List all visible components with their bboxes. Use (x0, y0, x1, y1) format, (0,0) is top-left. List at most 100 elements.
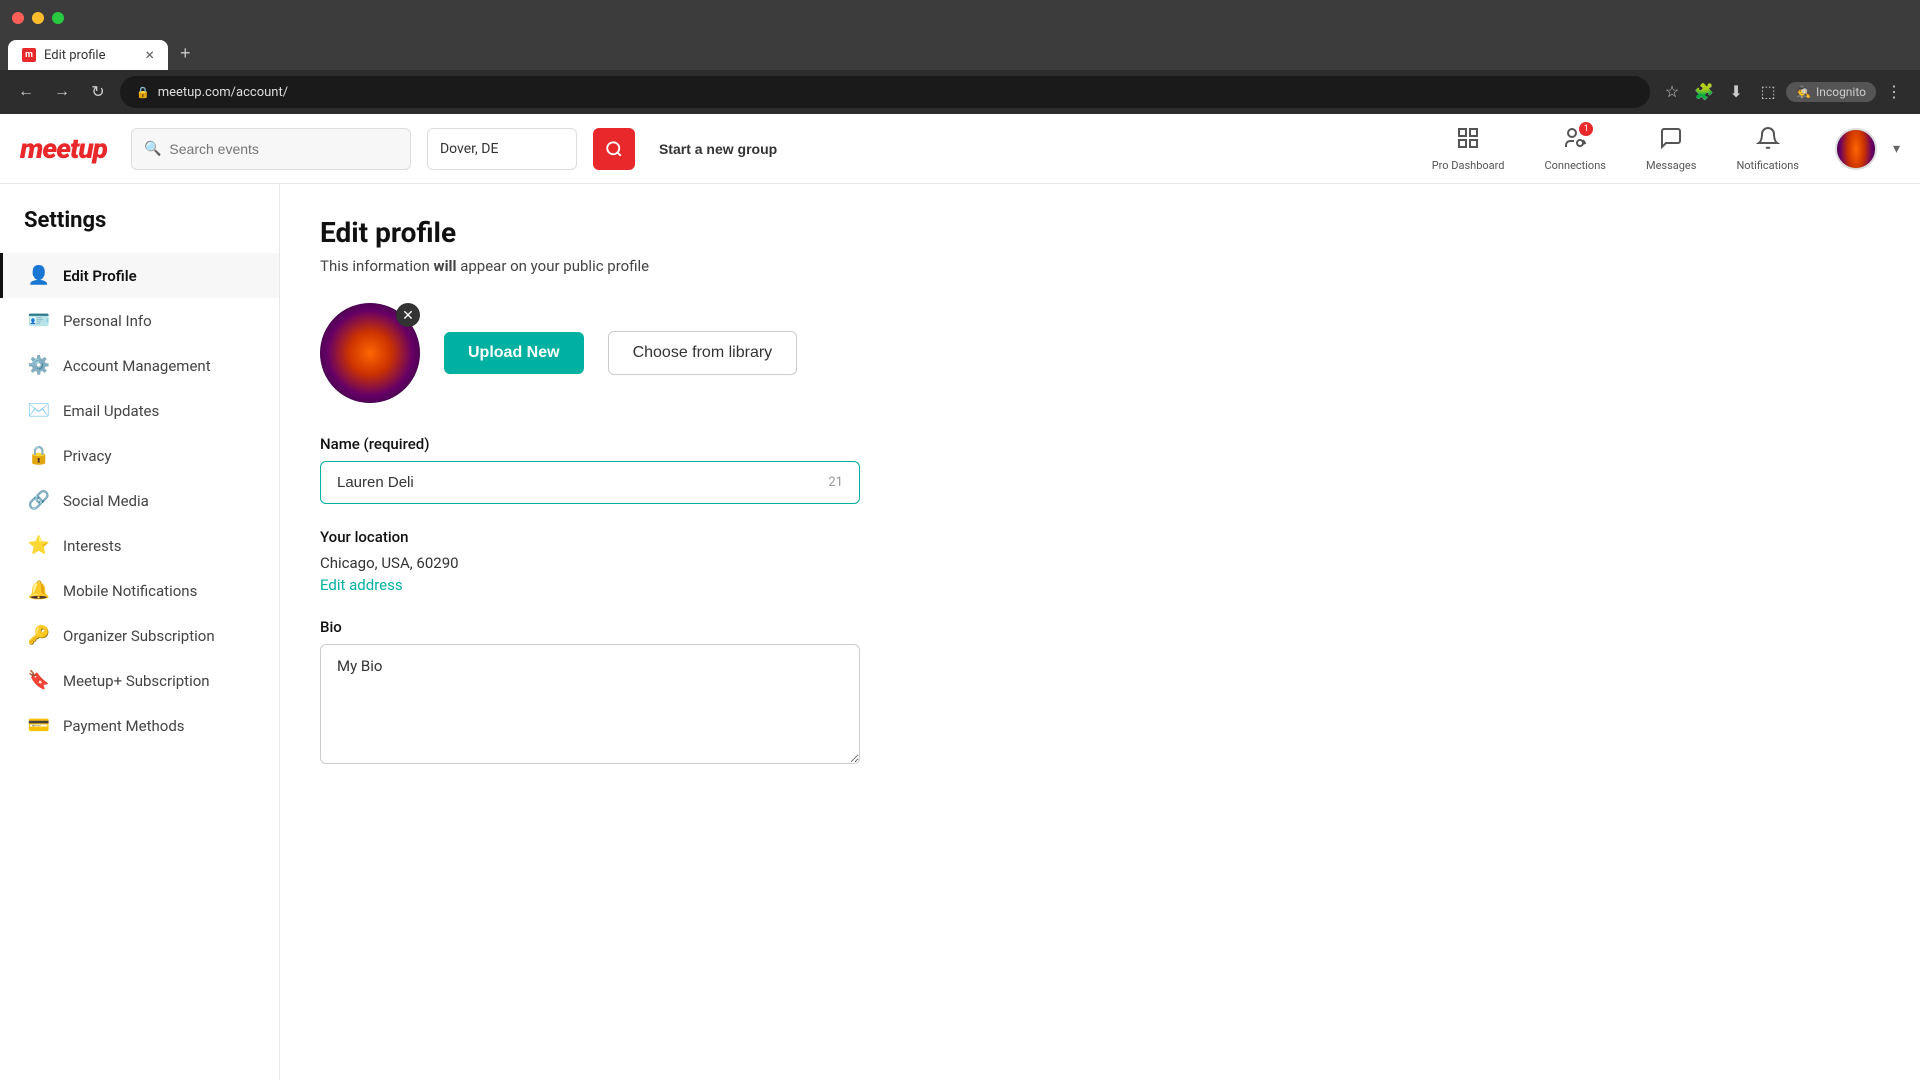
account-mgmt-icon: ⚙️ (27, 355, 51, 376)
personal-info-icon: 🪪 (27, 310, 51, 331)
start-group-btn[interactable]: Start a new group (659, 141, 777, 157)
messages-icon (1659, 126, 1683, 156)
incognito-icon: 🕵 (1796, 85, 1811, 99)
browser-actions: ☆ 🧩 ⬇ ⬚ 🕵 Incognito ⋮ (1658, 78, 1908, 106)
messages-label: Messages (1646, 159, 1696, 172)
sidebar-item-edit-profile[interactable]: 👤 Edit Profile (0, 253, 279, 298)
browser-tab-bar: m Edit profile × + (0, 36, 1920, 70)
bookmark-btn[interactable]: ☆ (1658, 78, 1686, 106)
location-section: Your location Chicago, USA, 60290 Edit a… (320, 528, 1880, 594)
avatar[interactable] (1835, 128, 1877, 170)
location-value: Dover, DE (440, 141, 498, 157)
location-value: Chicago, USA, 60290 (320, 554, 1880, 572)
subtitle-bold: will (434, 257, 457, 275)
connections-icon: 1 (1563, 126, 1587, 156)
sidebar-item-email-updates[interactable]: ✉️ Email Updates (0, 388, 279, 433)
sidebar-item-account-management[interactable]: ⚙️ Account Management (0, 343, 279, 388)
location-input[interactable]: Dover, DE (427, 128, 577, 170)
download-btn[interactable]: ⬇ (1722, 78, 1750, 106)
email-updates-icon: ✉️ (27, 400, 51, 421)
meetup-sub-icon: 🔖 (27, 670, 51, 691)
incognito-label: Incognito (1816, 85, 1866, 99)
name-section: Name (required) 21 (320, 435, 1880, 504)
search-input[interactable] (169, 141, 398, 157)
app: meetup 🔍 Dover, DE Start a new group Pro… (0, 114, 1920, 1080)
lock-icon: 🔒 (136, 86, 150, 99)
forward-btn[interactable]: → (48, 78, 76, 106)
connections-badge: 1 (1579, 122, 1593, 136)
notifications-label: Notifications (1736, 159, 1799, 172)
edit-address-link[interactable]: Edit address (320, 576, 403, 594)
subtitle-rest: appear on your public profile (456, 257, 649, 275)
reload-btn[interactable]: ↻ (84, 78, 112, 106)
sidebar-item-label-mobile-notifications: Mobile Notifications (63, 582, 197, 600)
pro-dashboard-icon (1456, 126, 1480, 156)
search-box[interactable]: 🔍 (131, 128, 411, 170)
sidebar-item-privacy[interactable]: 🔒 Privacy (0, 433, 279, 478)
sidebar-item-mobile-notifications[interactable]: 🔔 Mobile Notifications (0, 568, 279, 613)
nav-pro-dashboard[interactable]: Pro Dashboard (1420, 126, 1517, 172)
sidebar-item-meetup-subscription[interactable]: 🔖 Meetup+ Subscription (0, 658, 279, 703)
sidebar-item-label-edit-profile: Edit Profile (63, 267, 137, 285)
sidebar-item-interests[interactable]: ⭐ Interests (0, 523, 279, 568)
sidebar-item-organizer-subscription[interactable]: 🔑 Organizer Subscription (0, 613, 279, 658)
minimize-window-btn[interactable] (32, 12, 44, 24)
incognito-badge: 🕵 Incognito (1786, 82, 1876, 102)
bio-label: Bio (320, 618, 1880, 636)
bio-textarea[interactable] (320, 644, 860, 764)
nav-connections[interactable]: 1 Connections (1532, 126, 1617, 172)
tab-title: Edit profile (44, 48, 106, 63)
browser-titlebar (0, 0, 1920, 36)
photo-section: ✕ Upload New Choose from library (320, 303, 1880, 403)
sidebar-item-label-interests: Interests (63, 537, 122, 555)
avatar-photo (1837, 128, 1875, 170)
sidebar-item-label-payment-methods: Payment Methods (63, 717, 185, 735)
sidebar-item-social-media[interactable]: 🔗 Social Media (0, 478, 279, 523)
logo[interactable]: meetup (20, 132, 107, 165)
tab-favicon: m (22, 48, 36, 62)
name-input[interactable] (337, 474, 828, 491)
profile-btn[interactable]: ⬚ (1754, 78, 1782, 106)
search-submit-btn[interactable] (593, 128, 635, 170)
name-char-count: 21 (828, 475, 843, 490)
topnav: meetup 🔍 Dover, DE Start a new group Pro… (0, 114, 1920, 184)
payment-methods-icon: 💳 (27, 715, 51, 736)
menu-btn[interactable]: ⋮ (1880, 78, 1908, 106)
sidebar-item-label-organizer-subscription: Organizer Subscription (63, 627, 215, 645)
tab-close-btn[interactable]: × (145, 47, 154, 63)
sidebar-item-label-social-media: Social Media (63, 492, 149, 510)
new-tab-btn[interactable]: + (172, 39, 199, 68)
browser-tab[interactable]: m Edit profile × (8, 40, 168, 70)
close-window-btn[interactable] (12, 12, 24, 24)
pro-dashboard-label: Pro Dashboard (1432, 159, 1505, 172)
extensions-btn[interactable]: 🧩 (1690, 78, 1718, 106)
location-label: Your location (320, 528, 1880, 546)
sidebar-item-label-email-updates: Email Updates (63, 402, 159, 420)
nav-notifications[interactable]: Notifications (1724, 126, 1811, 172)
sidebar-item-label-personal-info: Personal Info (63, 312, 152, 330)
avatar-chevron-icon[interactable]: ▾ (1893, 141, 1900, 157)
sidebar-item-label-privacy: Privacy (63, 447, 111, 465)
photo-remove-btn[interactable]: ✕ (396, 303, 420, 327)
sidebar-item-label-account-management: Account Management (63, 357, 211, 375)
search-icon: 🔍 (144, 141, 161, 157)
notifications-icon (1756, 126, 1780, 156)
sidebar-item-personal-info[interactable]: 🪪 Personal Info (0, 298, 279, 343)
mobile-notifications-icon: 🔔 (27, 580, 51, 601)
sidebar-item-label-meetup-subscription: Meetup+ Subscription (63, 672, 210, 690)
edit-profile-icon: 👤 (27, 265, 51, 286)
maximize-window-btn[interactable] (52, 12, 64, 24)
connections-label: Connections (1544, 159, 1605, 172)
sidebar-title: Settings (0, 208, 279, 253)
upload-new-btn[interactable]: Upload New (444, 332, 584, 374)
profile-photo-wrapper: ✕ (320, 303, 420, 403)
choose-from-library-btn[interactable]: Choose from library (608, 331, 798, 375)
address-bar[interactable]: 🔒 meetup.com/account/ (120, 76, 1650, 108)
bio-section: Bio (320, 618, 1880, 768)
organizer-sub-icon: 🔑 (27, 625, 51, 646)
back-btn[interactable]: ← (12, 78, 40, 106)
sidebar-item-payment-methods[interactable]: 💳 Payment Methods (0, 703, 279, 748)
browser-addressbar: ← → ↻ 🔒 meetup.com/account/ ☆ 🧩 ⬇ ⬚ 🕵 In… (0, 70, 1920, 114)
name-label: Name (required) (320, 435, 1880, 453)
nav-messages[interactable]: Messages (1634, 126, 1708, 172)
